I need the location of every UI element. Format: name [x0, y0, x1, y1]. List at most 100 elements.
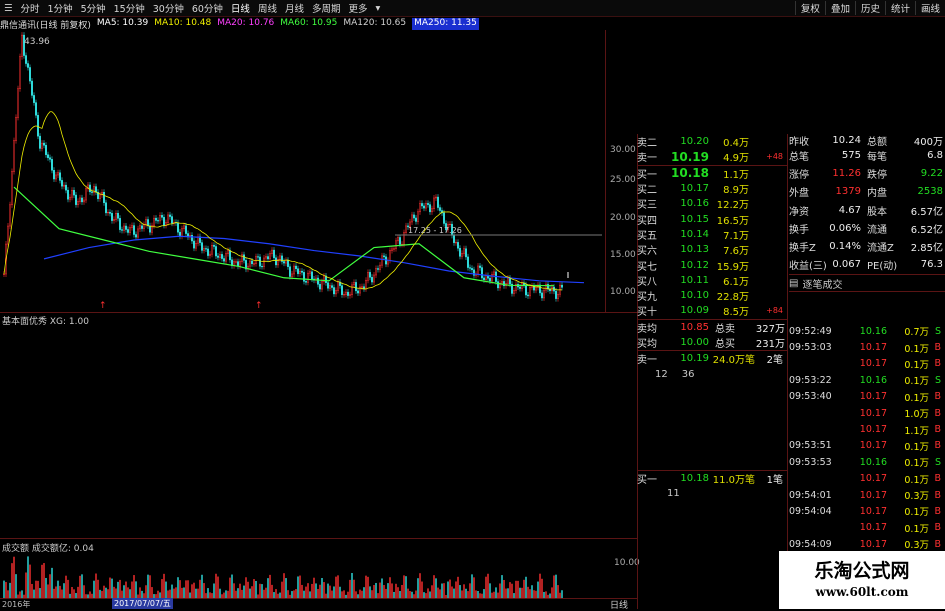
tick-list[interactable]: 09:52:49 10.16 0.7万 S 09:53:03 10.17 0.1万… [789, 323, 945, 569]
candle-body [347, 291, 349, 296]
volume-bar [15, 574, 17, 598]
volume-bar [309, 591, 311, 598]
bid-row[interactable]: 买八 10.11 6.1万 [637, 273, 787, 288]
sell-queue-row[interactable]: 卖一 10.19 24.0万笔 2笔 [637, 350, 787, 366]
ask-row[interactable]: 卖一 10.19 4.9万 +48 [637, 149, 787, 166]
tab-weekly[interactable]: 周线 [254, 1, 281, 15]
tab-monthly[interactable]: 月线 [281, 1, 308, 15]
candle-body [379, 264, 381, 270]
volume-bar [401, 584, 403, 598]
candle-body [143, 224, 145, 229]
candle-body [377, 268, 379, 270]
tab-60min[interactable]: 60分钟 [188, 1, 227, 15]
volume-bar [301, 584, 303, 598]
tab-5min[interactable]: 5分钟 [77, 1, 110, 15]
candle-body [7, 225, 9, 245]
ask-row[interactable]: 卖二 10.20 0.4万 [637, 134, 787, 149]
buy-queue-row[interactable]: 买一 10.18 11.0万笔 1笔 [637, 469, 787, 486]
crosshair-date: 2017/07/07/五 [112, 598, 173, 609]
candle-body [227, 250, 229, 254]
bid-row[interactable]: 买六 10.13 7.6万 [637, 242, 787, 257]
candle-body [129, 227, 131, 233]
volume-bar [231, 574, 233, 598]
fundamental-panel-label: 基本面优秀 XG: 1.00 [2, 317, 89, 327]
avg-sell-row: 卖均 10.85 总卖 327万 [637, 318, 787, 335]
candle-body [365, 279, 367, 290]
candle-body [157, 220, 159, 222]
volume-bar [149, 575, 151, 598]
chart-title: 鼎信通讯(日线 前复权) [0, 21, 91, 31]
candle-body [41, 142, 43, 149]
volume-bar [133, 575, 135, 598]
volume-bar [327, 583, 329, 598]
tab-15min[interactable]: 15分钟 [110, 1, 149, 15]
candle-body [419, 203, 421, 213]
candle-body [107, 212, 109, 214]
candle-body [525, 284, 527, 296]
bid-row[interactable]: 买二 10.17 8.9万 [637, 181, 787, 196]
candle-body [253, 263, 255, 265]
candle-body [185, 225, 187, 234]
candle-body [513, 290, 515, 294]
volume-bar [363, 587, 365, 598]
tab-intraday[interactable]: 分时 [17, 1, 44, 15]
bid-row[interactable]: 买四 10.15 16.5万 [637, 211, 787, 227]
tab-1min[interactable]: 1分钟 [44, 1, 77, 15]
tab-30min[interactable]: 30分钟 [149, 1, 188, 15]
bid-row[interactable]: 买五 10.14 7.1万 [637, 227, 787, 242]
restore-rights-button[interactable]: 复权 [794, 1, 825, 15]
overlay-button[interactable]: 叠加 [824, 1, 855, 15]
bid-row[interactable]: 买九 10.10 22.8万 [637, 288, 787, 303]
signal-marker: ↑ [99, 301, 107, 311]
tick-row: 10.17 0.1万 B [859, 522, 941, 535]
chevron-down-icon[interactable]: ▾ [372, 3, 385, 14]
tick-row: 10.17 1.1万 B [859, 424, 941, 437]
draw-line-button[interactable]: 画线 [914, 1, 945, 15]
volume-bar [459, 585, 461, 598]
volume-bar [227, 590, 229, 598]
volume-bar [77, 586, 79, 598]
candle-body [321, 281, 323, 290]
ma5-value: MA5: 10.39 [96, 18, 149, 28]
bid-row[interactable]: 买一 10.18 1.1万 [637, 166, 787, 181]
volume-bar [317, 588, 319, 598]
statistics-button[interactable]: 统计 [884, 1, 915, 15]
ma-line-ma250 [43, 235, 585, 284]
buy-queue-orders: 11 [667, 488, 680, 500]
candle-body [25, 55, 27, 64]
tab-more[interactable]: 更多 [344, 1, 371, 15]
candle-body [469, 267, 471, 269]
candle-body [171, 216, 173, 224]
bid-row[interactable]: 买三 10.16 12.2万 [637, 196, 787, 211]
tab-multi-period[interactable]: 多周期 [308, 1, 345, 15]
candle-body [73, 190, 75, 196]
menu-icon[interactable]: ☰ [0, 3, 17, 14]
candle-body [135, 234, 137, 238]
candle-body [415, 217, 417, 222]
candle-body [395, 240, 397, 249]
volume-bar [245, 577, 247, 598]
volume-bar [311, 583, 313, 598]
candle-body [295, 265, 297, 269]
candle-body [51, 159, 53, 171]
candle-body [369, 272, 371, 278]
volume-bar [89, 591, 91, 598]
volume-bar [165, 581, 167, 598]
candle-body [527, 294, 529, 297]
history-button[interactable]: 历史 [854, 1, 885, 15]
ticks-header[interactable]: ▤ 逐笔成交 [789, 274, 945, 293]
candle-body [75, 194, 77, 205]
volume-bar [383, 585, 385, 598]
volume-bar [537, 581, 539, 598]
bid-row[interactable]: 买十 10.09 8.5万 +84 [637, 303, 787, 318]
candlestick-chart[interactable]: 17.25 - 17.26 43.96 ↑ ↑ [0, 30, 605, 312]
tab-daily[interactable]: 日线 [227, 1, 254, 15]
volume-bar [525, 576, 527, 598]
bid-row[interactable]: 买七 10.12 15.9万 [637, 257, 787, 273]
volume-bar [465, 588, 467, 598]
candle-body [219, 254, 221, 258]
candle-body [449, 223, 451, 226]
tick-row: 09:53:03 10.17 0.1万 B [789, 342, 941, 355]
volume-bar [255, 580, 257, 598]
volume-bar [97, 579, 99, 598]
